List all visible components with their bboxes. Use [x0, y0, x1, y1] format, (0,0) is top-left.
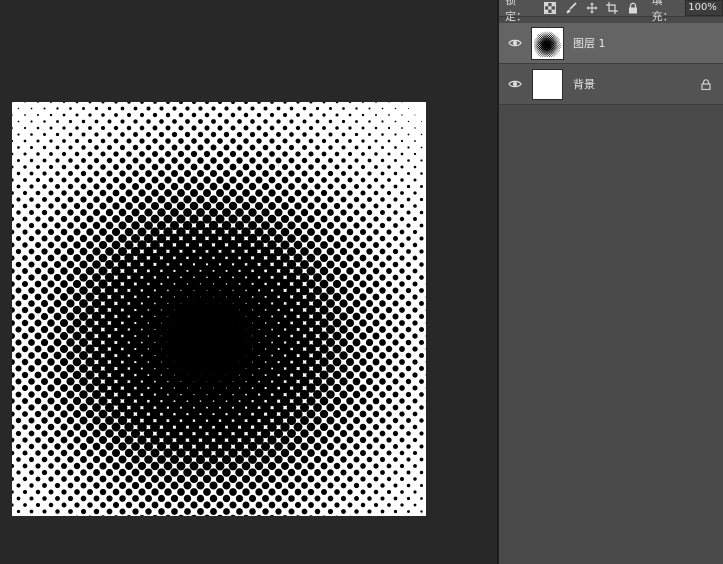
- halftone-artwork: [12, 102, 426, 516]
- layer-row-layer-1[interactable]: 图层 1: [499, 23, 723, 64]
- layer-row-background[interactable]: 背景: [499, 64, 723, 105]
- layer-name[interactable]: 背景: [573, 76, 699, 92]
- lock-bar: 锁定： 填充： 100%: [499, 0, 723, 23]
- fill-label: 填充：: [651, 0, 674, 23]
- visibility-eye-icon[interactable]: [507, 78, 523, 90]
- layers-panel: 锁定： 填充： 100% 图层 1 背景: [499, 0, 723, 564]
- lock-artboard-icon[interactable]: [604, 1, 621, 15]
- halftone-thumbnail: [534, 31, 561, 57]
- lock-position-icon[interactable]: [583, 1, 600, 15]
- document-workspace: [0, 0, 497, 564]
- lock-transparent-pixels-icon[interactable]: [542, 1, 559, 15]
- document-canvas[interactable]: [12, 102, 426, 516]
- fill-opacity-input[interactable]: 100%: [685, 0, 723, 16]
- lock-image-pixels-icon[interactable]: [563, 1, 580, 15]
- layer-thumbnail[interactable]: [531, 26, 564, 60]
- lock-all-icon[interactable]: [625, 1, 642, 15]
- layer-thumbnail[interactable]: [532, 68, 563, 100]
- layer-name[interactable]: 图层 1: [573, 35, 723, 51]
- layer-lock-icon[interactable]: [699, 77, 713, 91]
- visibility-eye-icon[interactable]: [507, 37, 523, 49]
- lock-label: 锁定：: [505, 0, 527, 23]
